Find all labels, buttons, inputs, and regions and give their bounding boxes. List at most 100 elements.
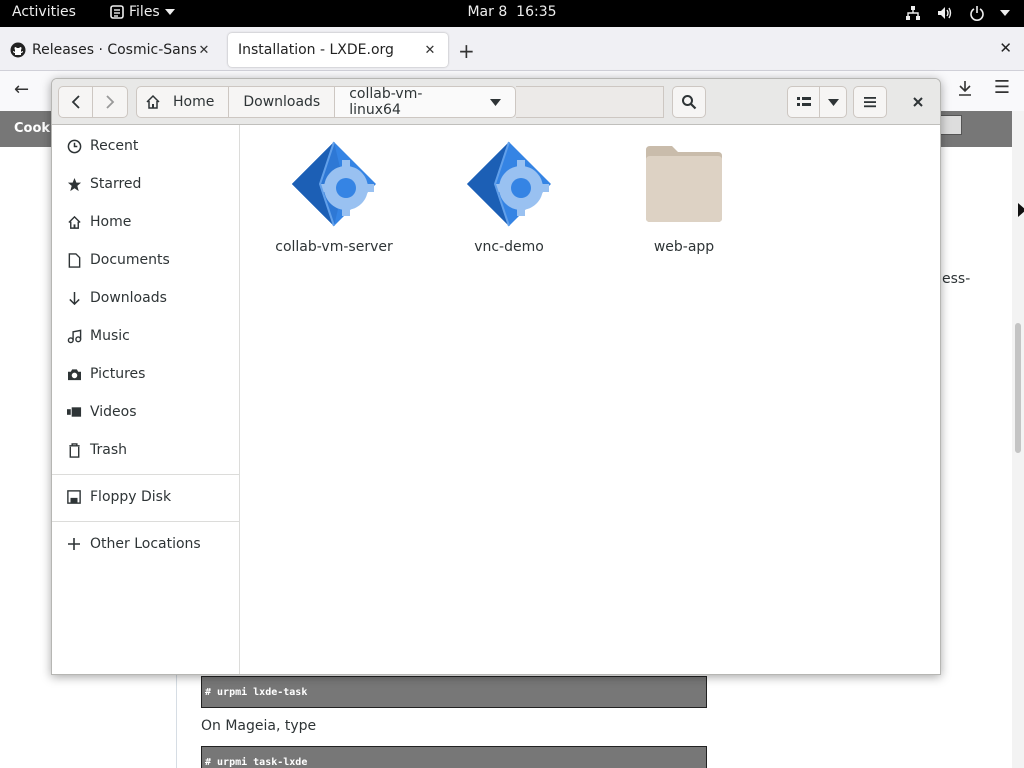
system-tray[interactable]: [904, 4, 1010, 22]
view-options-button[interactable]: [819, 86, 847, 118]
github-icon: [10, 42, 26, 58]
sidebar-item-label: Starred: [90, 176, 142, 192]
sidebar-item-label: Documents: [90, 252, 170, 268]
file-item[interactable]: vnc-demo: [439, 139, 579, 259]
sidebar-item-other-locations[interactable]: Other Locations: [52, 525, 240, 563]
tab-title: Installation - LXDE.org: [238, 42, 394, 58]
header-bar: Home Downloads collab-vm-linux64: [52, 79, 940, 125]
code-block: # urpmi task-lxde: [201, 746, 707, 768]
text-fragment: ess-: [942, 271, 971, 287]
top-bar: Activities Files Mar 8 16:35: [0, 0, 1024, 27]
document-icon: [66, 252, 82, 268]
executable-icon: [289, 139, 379, 229]
sidebar-item-pictures[interactable]: Pictures: [52, 355, 240, 393]
view-toggle-button[interactable]: [787, 86, 820, 118]
back-arrow-icon[interactable]: ←: [14, 79, 29, 100]
tab-title: Releases · Cosmic-Sans/c: [32, 42, 196, 58]
sidebar-item-videos[interactable]: Videos: [52, 393, 240, 431]
home-icon: [146, 94, 160, 109]
close-icon: [913, 97, 923, 107]
sidebar-item-label: Videos: [90, 404, 137, 420]
places-sidebar: Recent Starred Home Documents Downloads …: [52, 125, 240, 674]
sidebar-item-trash[interactable]: Trash: [52, 431, 240, 469]
sidebar-item-documents[interactable]: Documents: [52, 241, 240, 279]
file-view[interactable]: collab-vm-server vnc-demo web-app: [241, 125, 940, 674]
chevron-down-icon: [827, 98, 839, 106]
search-icon: [682, 95, 697, 110]
plus-icon: [66, 536, 82, 552]
crumb-label: Downloads: [243, 94, 321, 110]
floppy-icon: [66, 489, 82, 505]
tab-releases[interactable]: Releases · Cosmic-Sans/c ✕: [0, 33, 222, 67]
sidebar-item-starred[interactable]: Starred: [52, 165, 240, 203]
hamburger-menu-icon[interactable]: ☰: [994, 77, 1010, 98]
window-close-button[interactable]: [902, 86, 934, 118]
sidebar-item-recent[interactable]: Recent: [52, 127, 240, 165]
sidebar-item-music[interactable]: Music: [52, 317, 240, 355]
tab-installation[interactable]: Installation - LXDE.org ✕: [228, 33, 448, 67]
sidebar-item-label: Pictures: [90, 366, 146, 382]
main-menu-button[interactable]: [853, 86, 887, 118]
crumb-label: collab-vm-linux64: [349, 86, 423, 118]
tab-bar: Releases · Cosmic-Sans/c ✕ Installation …: [0, 27, 1024, 71]
path-empty-area[interactable]: [516, 86, 664, 118]
file-manager-window: Home Downloads collab-vm-linux64 Recent …: [51, 78, 941, 675]
new-tab-button[interactable]: +: [458, 39, 475, 63]
sidebar-item-downloads[interactable]: Downloads: [52, 279, 240, 317]
cookie-text: Cooki: [14, 121, 55, 136]
files-app-icon: [110, 5, 124, 19]
star-icon: [66, 176, 82, 192]
browser-close-icon[interactable]: ✕: [999, 39, 1012, 57]
camera-icon: [66, 366, 82, 382]
search-button[interactable]: [672, 86, 706, 118]
sidebar-item-label: Trash: [90, 442, 127, 458]
path-crumb-home[interactable]: Home: [136, 86, 230, 118]
clock-button[interactable]: Mar 8 16:35: [467, 4, 556, 20]
close-icon[interactable]: ✕: [196, 43, 212, 58]
file-name: vnc-demo: [474, 239, 544, 255]
sidebar-item-label: Music: [90, 328, 130, 344]
sidebar-item-label: Recent: [90, 138, 139, 154]
file-item[interactable]: collab-vm-server: [264, 139, 404, 259]
music-icon: [66, 328, 82, 344]
path-crumb-downloads[interactable]: Downloads: [228, 86, 336, 118]
file-item[interactable]: web-app: [614, 139, 754, 259]
crumb-label: Home: [173, 94, 215, 110]
video-icon: [66, 404, 82, 420]
chevron-right-icon: [106, 95, 115, 109]
scrollbar-thumb[interactable]: [1015, 323, 1021, 453]
sidebar-separator: [52, 521, 240, 522]
clock-date: Mar 8: [467, 4, 508, 20]
sidebar-item-label: Downloads: [90, 290, 167, 306]
sidebar-item-label: Home: [90, 214, 132, 230]
chevron-down-icon: [164, 9, 175, 15]
clock-icon: [66, 138, 82, 154]
paragraph: On Mageia, type: [201, 718, 317, 734]
chevron-down-icon: [490, 98, 501, 106]
app-menu-button[interactable]: Files: [110, 4, 175, 20]
chevron-down-icon: [1000, 10, 1010, 16]
folder-icon: [639, 139, 729, 229]
sidebar-item-label: Other Locations: [90, 536, 201, 552]
download-icon: [66, 290, 82, 306]
back-button[interactable]: [58, 86, 93, 118]
file-name: web-app: [653, 239, 715, 255]
download-icon[interactable]: [956, 79, 974, 97]
list-view-icon: [796, 97, 811, 106]
app-menu-label: Files: [129, 4, 160, 20]
sidebar-item-label: Floppy Disk: [90, 489, 172, 505]
home-icon: [66, 214, 82, 230]
sidebar-item-home[interactable]: Home: [52, 203, 240, 241]
sidebar-item-floppy-disk[interactable]: Floppy Disk: [52, 478, 240, 516]
path-bar: Home Downloads collab-vm-linux64: [136, 86, 516, 118]
activities-button[interactable]: Activities: [12, 4, 76, 20]
volume-icon: [936, 4, 954, 22]
power-icon: [968, 4, 986, 22]
forward-button[interactable]: [93, 86, 128, 118]
network-icon: [904, 4, 922, 22]
close-icon[interactable]: ✕: [422, 43, 438, 58]
clock-time: 16:35: [516, 4, 557, 20]
file-name: collab-vm-server: [275, 239, 393, 255]
path-crumb-current[interactable]: collab-vm-linux64: [334, 86, 516, 118]
mouse-cursor-icon: [1018, 203, 1024, 217]
